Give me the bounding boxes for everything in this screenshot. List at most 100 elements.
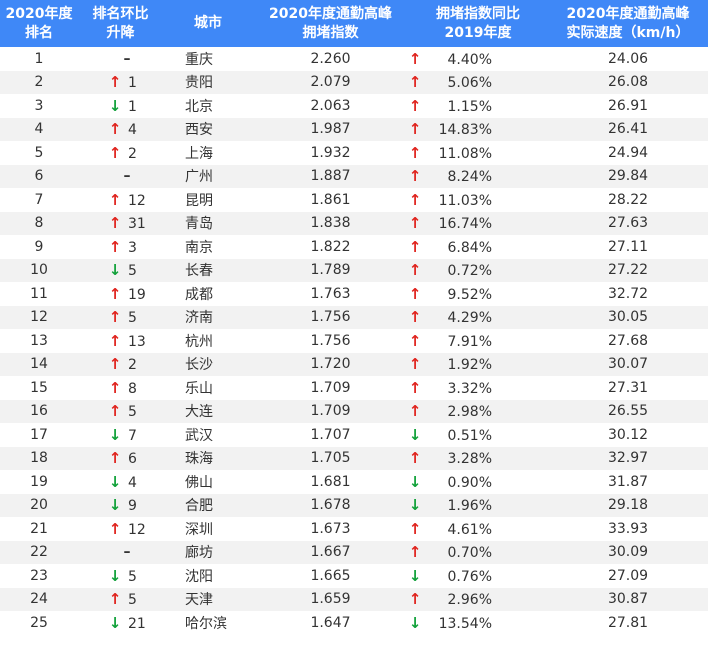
congestion-index-value: 1.659 (310, 591, 351, 608)
rank-change-cell: ↓ 4 (78, 470, 163, 494)
rank-value: 17 (30, 426, 48, 443)
yoy-change-value: 9.52% (447, 286, 492, 303)
yoy-change-cell: ↓ 1.96% (408, 493, 548, 517)
congestion-index-cell: 1.756 (253, 305, 408, 329)
speed-value: 30.05 (607, 309, 649, 326)
rank-change-cell: ↓ 7 (78, 423, 163, 447)
yoy-change-cell: ↑ 14.83% (408, 117, 548, 141)
yoy-change-value: 1.96% (447, 498, 492, 515)
yoy-change-value: 4.61% (447, 521, 492, 538)
yoy-change-cell: ↑ 9.52% (408, 282, 548, 306)
rank-change-cell: ↑ 5 (78, 305, 163, 329)
city-name: 天津 (185, 592, 213, 609)
speed-value: 29.18 (607, 497, 649, 514)
header-speed-label: 2020年度通勤高峰 实际速度（km/h） (566, 5, 690, 41)
yoy-change-cell: ↑ 2.98% (408, 399, 548, 423)
yoy-change-value: 0.76% (447, 568, 492, 585)
rank-cell: 15 (0, 376, 78, 400)
header-index: 2020年度通勤高峰 拥堵指数 (253, 0, 408, 47)
arrow-down-icon: ↓ (408, 425, 422, 444)
congestion-index-value: 1.756 (310, 309, 351, 326)
city-cell: 上海 (163, 141, 253, 165)
rank-change-value: 4 (128, 474, 137, 491)
arrow-down-icon: ↓ (108, 425, 122, 444)
arrow-up-icon: ↑ (108, 378, 122, 397)
arrow-up-icon: ↑ (108, 519, 122, 538)
rank-change-cell: ↓ 9 (78, 493, 163, 517)
speed-cell: 26.91 (548, 94, 708, 118)
yoy-change-cell: ↑ 8.24% (408, 164, 548, 188)
congestion-index-value: 1.887 (310, 168, 351, 185)
speed-cell: 24.94 (548, 141, 708, 165)
rank-value: 23 (30, 567, 48, 584)
rank-value: 4 (34, 121, 44, 138)
congestion-index-cell: 1.987 (253, 117, 408, 141)
speed-value: 24.06 (607, 50, 649, 67)
congestion-index-cell: 2.079 (253, 70, 408, 94)
arrow-up-icon: ↑ (408, 590, 422, 609)
city-name: 深圳 (185, 521, 213, 538)
congestion-index-value: 1.838 (310, 215, 351, 232)
arrow-up-icon: ↑ (408, 73, 422, 92)
arrow-up-icon: ↑ (408, 331, 422, 350)
arrow-down-icon: ↓ (408, 496, 422, 515)
arrow-up-icon: ↑ (408, 543, 422, 562)
header-city: 城市 (163, 0, 253, 47)
table-row: 7 ↑ 12 昆明 1.861 ↑ 11.03% 28.22 (0, 188, 708, 212)
rank-value: 2 (34, 74, 44, 91)
speed-cell: 24.06 (548, 47, 708, 71)
table-row: 3 ↓ 1 北京 2.063 ↑ 1.15% 26.91 (0, 94, 708, 118)
speed-value: 27.31 (607, 379, 649, 396)
yoy-change-cell: ↓ 13.54% (408, 611, 548, 635)
rank-change-value: 1 (128, 98, 137, 115)
yoy-change-cell: ↑ 11.03% (408, 188, 548, 212)
arrow-up-icon: ↑ (408, 261, 422, 280)
rank-change-value: 19 (128, 286, 146, 303)
yoy-change-cell: ↓ 0.76% (408, 564, 548, 588)
yoy-change-value: 8.24% (447, 169, 492, 186)
rank-cell: 20 (0, 493, 78, 517)
city-cell: 贵阳 (163, 70, 253, 94)
city-cell: 济南 (163, 305, 253, 329)
congestion-index-cell: 1.665 (253, 564, 408, 588)
rank-value: 22 (30, 544, 48, 561)
congestion-index-cell: 1.667 (253, 540, 408, 564)
no-change-dash-icon: – (123, 168, 131, 185)
yoy-change-cell: ↑ 2.96% (408, 587, 548, 611)
congestion-index-cell: 1.705 (253, 446, 408, 470)
rank-value: 6 (34, 168, 44, 185)
rank-cell: 16 (0, 399, 78, 423)
city-name: 珠海 (185, 451, 213, 468)
city-cell: 乐山 (163, 376, 253, 400)
city-name: 合肥 (185, 498, 213, 515)
table-row: 9 ↑ 3 南京 1.822 ↑ 6.84% 27.11 (0, 235, 708, 259)
congestion-index-value: 1.709 (310, 403, 351, 420)
table-row: 10 ↓ 5 长春 1.789 ↑ 0.72% 27.22 (0, 258, 708, 282)
rank-change-value: 8 (128, 380, 137, 397)
yoy-change-value: 5.06% (447, 75, 492, 92)
rank-cell: 19 (0, 470, 78, 494)
city-name: 广州 (185, 169, 213, 186)
speed-cell: 29.18 (548, 493, 708, 517)
arrow-up-icon: ↑ (108, 590, 122, 609)
congestion-index-value: 2.079 (310, 74, 351, 91)
arrow-up-icon: ↑ (408, 237, 422, 256)
rank-value: 20 (30, 497, 48, 514)
arrow-up-icon: ↑ (108, 284, 122, 303)
speed-cell: 26.08 (548, 70, 708, 94)
header-index-label: 2020年度通勤高峰 拥堵指数 (269, 5, 392, 41)
yoy-change-cell: ↑ 3.32% (408, 376, 548, 400)
rank-cell: 1 (0, 47, 78, 71)
table-row: 1 – 重庆 2.260 ↑ 4.40% 24.06 (0, 47, 708, 71)
rank-change-cell: ↑ 13 (78, 329, 163, 353)
header-rank: 2020年度 排名 (0, 0, 78, 47)
arrow-up-icon: ↑ (408, 120, 422, 139)
congestion-index-cell: 1.659 (253, 587, 408, 611)
no-change-dash-icon: – (123, 544, 131, 561)
rank-change-cell: ↑ 8 (78, 376, 163, 400)
rank-cell: 12 (0, 305, 78, 329)
city-cell: 大连 (163, 399, 253, 423)
rank-change-value: 12 (128, 521, 146, 538)
speed-value: 26.41 (607, 121, 649, 138)
rank-value: 14 (30, 356, 48, 373)
